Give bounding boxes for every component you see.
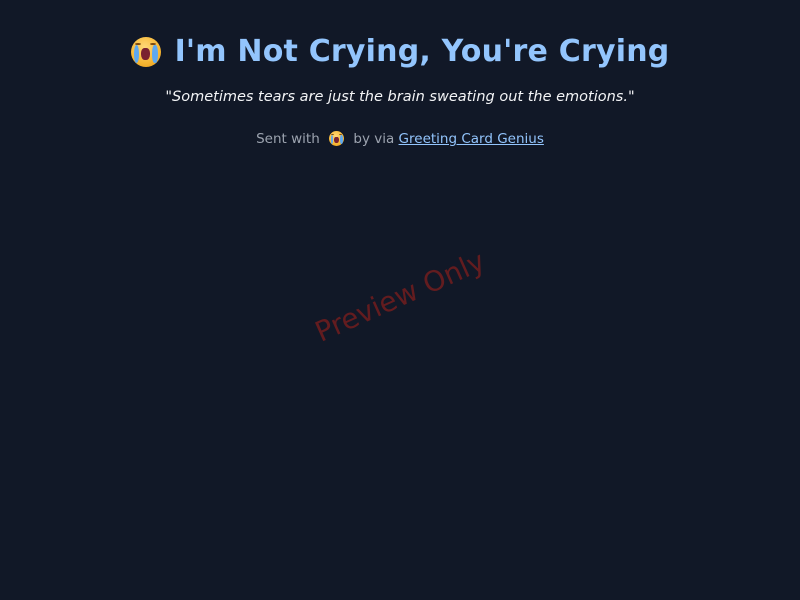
crying-face-icon	[130, 36, 161, 67]
preview-watermark: Preview Only	[310, 244, 490, 349]
card-quote: "Sometimes tears are just the brain swea…	[165, 89, 635, 105]
by-via-text: by via	[353, 131, 395, 147]
greeting-card-page: I'm Not Crying, You're Crying "Sometimes…	[0, 0, 800, 600]
crying-face-icon	[329, 131, 345, 146]
card-footer: Sent with by via Greeting Card Genius	[0, 131, 800, 147]
title-row: I'm Not Crying, You're Crying	[0, 34, 800, 69]
greeting-card: I'm Not Crying, You're Crying "Sometimes…	[0, 0, 800, 147]
card-title: I'm Not Crying, You're Crying	[174, 34, 670, 69]
sent-with-text: Sent with	[256, 131, 320, 147]
greeting-card-genius-link[interactable]: Greeting Card Genius	[399, 131, 544, 147]
